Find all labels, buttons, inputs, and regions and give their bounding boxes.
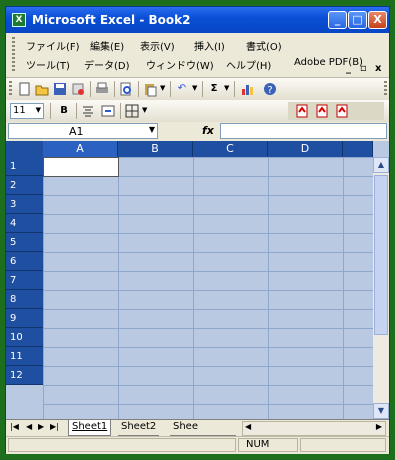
menu-view[interactable]: 表示(V)	[140, 38, 175, 53]
font-size-select[interactable]: 11 ▼	[10, 103, 44, 119]
borders-dropdown-icon[interactable]: ▼	[142, 106, 147, 114]
column-header-c[interactable]: C	[193, 141, 268, 157]
excel-app-icon[interactable]: X	[12, 13, 26, 27]
fx-icon[interactable]: fx	[202, 124, 214, 137]
window-title: Microsoft Excel - Book2	[32, 13, 191, 27]
formula-input[interactable]	[220, 123, 387, 139]
menu-format[interactable]: 書式(O)	[246, 38, 282, 53]
svg-text:?: ?	[267, 85, 272, 96]
chevron-down-icon[interactable]: ▼	[149, 125, 155, 134]
next-sheet-icon[interactable]: ▶	[38, 422, 44, 431]
chevron-down-icon: ▼	[35, 106, 41, 114]
first-sheet-icon[interactable]: |◀	[10, 422, 19, 431]
row-header[interactable]: 2	[6, 176, 43, 195]
close-button[interactable]: X	[368, 11, 387, 29]
prev-sheet-icon[interactable]: ◀	[26, 422, 32, 431]
paste-dropdown-icon[interactable]: ▼	[160, 84, 165, 92]
column-header-d[interactable]: D	[268, 141, 343, 157]
name-box[interactable]: A1 ▼	[8, 123, 158, 139]
scroll-up-icon[interactable]: ▲	[373, 157, 389, 173]
permission-icon[interactable]	[70, 81, 86, 97]
bold-icon[interactable]: B	[56, 103, 72, 119]
center-icon[interactable]	[80, 103, 96, 119]
standard-toolbar: ▼ ↶ ▼ Σ ▼ ?	[6, 78, 389, 101]
new-icon[interactable]	[16, 81, 32, 97]
print-icon[interactable]	[94, 81, 110, 97]
menu-file[interactable]: ファイル(F)	[26, 38, 80, 53]
menu-insert[interactable]: 挿入(I)	[194, 38, 225, 53]
row-header[interactable]: 7	[6, 271, 43, 290]
chart-icon[interactable]	[240, 81, 256, 97]
tab-sheet2[interactable]: Sheet2	[118, 420, 160, 436]
borders-icon[interactable]	[124, 103, 140, 119]
doc-close-button[interactable]: x	[375, 63, 381, 74]
formula-bar: A1 ▼ fx	[6, 122, 389, 141]
column-header-b[interactable]: B	[118, 141, 193, 157]
menu-adobe-pdf[interactable]: Adobe PDF(B)	[294, 57, 363, 68]
status-bar: NUM	[6, 436, 389, 454]
status-panel	[8, 438, 236, 452]
menu-bar: ファイル(F) 編集(E) 表示(V) 挿入(I) 書式(O) ツール(T) デ…	[6, 33, 389, 78]
horizontal-scrollbar[interactable]: ◀ ▶	[242, 421, 386, 436]
pdf-icon[interactable]	[294, 103, 310, 119]
paste-icon[interactable]	[142, 81, 158, 97]
menu-tools[interactable]: ツール(T)	[26, 57, 70, 72]
pdf-toolbar	[288, 102, 384, 120]
row-header[interactable]: 1	[6, 157, 43, 176]
menu-window[interactable]: ウィンドウ(W)	[146, 57, 214, 72]
menu-grip[interactable]	[12, 37, 15, 73]
undo-icon[interactable]: ↶	[174, 81, 190, 97]
open-icon[interactable]	[34, 81, 50, 97]
worksheet: A B C D 1 2 3 4 5 6 7 8 9 10 11 12 ▲ ▼	[6, 141, 389, 419]
scroll-left-icon[interactable]: ◀	[245, 422, 251, 431]
merge-icon[interactable]	[100, 103, 116, 119]
pdf-icon[interactable]	[314, 103, 330, 119]
undo-dropdown-icon[interactable]: ▼	[192, 84, 197, 92]
scroll-thumb[interactable]	[374, 175, 388, 335]
minimize-button[interactable]: _	[328, 11, 347, 29]
column-header-e-partial[interactable]	[343, 141, 373, 157]
autosum-icon[interactable]: Σ	[206, 81, 222, 97]
active-cell-a1[interactable]	[43, 157, 119, 177]
autosum-dropdown-icon[interactable]: ▼	[224, 84, 229, 92]
toolbar-grip[interactable]	[9, 81, 12, 97]
toolbar-overflow[interactable]	[384, 81, 387, 97]
row-header[interactable]: 4	[6, 214, 43, 233]
row-header[interactable]: 6	[6, 252, 43, 271]
vertical-scrollbar[interactable]: ▲ ▼	[373, 157, 389, 419]
row-header[interactable]: 11	[6, 347, 43, 366]
num-lock-indicator: NUM	[246, 439, 270, 450]
row-header[interactable]: 10	[6, 328, 43, 347]
tab-sheet1[interactable]: Sheet1	[68, 420, 112, 436]
title-bar[interactable]: X Microsoft Excel - Book2 _ □ X	[6, 7, 389, 33]
row-header[interactable]: 8	[6, 290, 43, 309]
select-all-corner[interactable]	[6, 141, 43, 157]
tab-sheet3[interactable]: Shee	[170, 420, 236, 436]
scroll-down-icon[interactable]: ▼	[373, 403, 389, 419]
excel-window: X Microsoft Excel - Book2 _ □ X ファイル(F) …	[5, 6, 390, 454]
status-panel	[300, 438, 386, 452]
last-sheet-icon[interactable]: ▶|	[50, 422, 59, 431]
row-header[interactable]: 12	[6, 366, 43, 385]
menu-edit[interactable]: 編集(E)	[90, 38, 124, 53]
doc-restore-button[interactable]: ▫	[360, 63, 367, 74]
pdf-icon[interactable]	[334, 103, 350, 119]
sheet-tab-bar: |◀ ◀ ▶ ▶| Sheet1 Sheet2 Shee ◀ ▶	[6, 419, 389, 437]
save-icon[interactable]	[52, 81, 68, 97]
scroll-right-icon[interactable]: ▶	[376, 422, 382, 431]
menu-help[interactable]: ヘルプ(H)	[226, 57, 271, 72]
column-header-a[interactable]: A	[43, 141, 118, 157]
row-header[interactable]: 3	[6, 195, 43, 214]
menu-data[interactable]: データ(D)	[84, 57, 130, 72]
row-header[interactable]: 9	[6, 309, 43, 328]
cell-grid[interactable]	[43, 157, 373, 419]
row-header[interactable]: 5	[6, 233, 43, 252]
doc-minimize-button[interactable]: _	[346, 63, 351, 74]
research-icon[interactable]	[118, 81, 134, 97]
maximize-button[interactable]: □	[348, 11, 367, 29]
help-icon[interactable]: ?	[262, 81, 278, 97]
formatting-toolbar: 11 ▼ B ▼	[6, 100, 389, 123]
